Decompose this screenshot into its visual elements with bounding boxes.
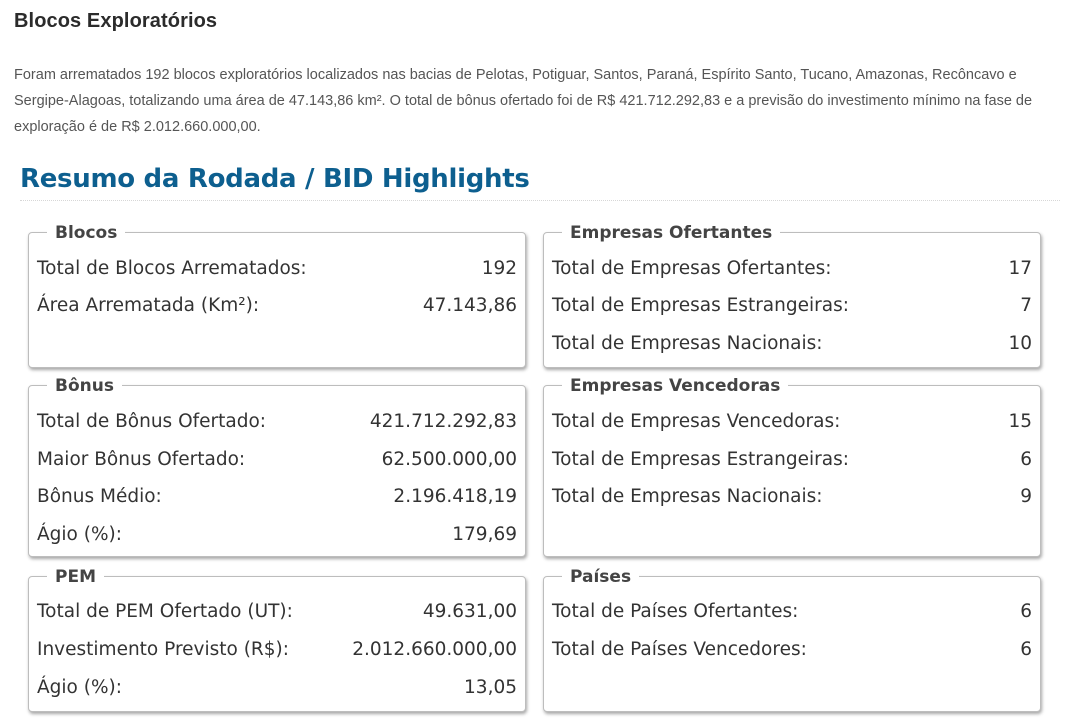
stat-row: Total de PEM Ofertado (UT): 49.631,00 [37, 601, 517, 625]
stat-row: Total de Empresas Estrangeiras: 7 [552, 295, 1032, 319]
stat-value: 6 [1020, 639, 1032, 660]
stat-value: 9 [1020, 486, 1032, 507]
intro-line: Sergipe-Alagoas, totalizando uma área de… [14, 93, 1033, 109]
stat-row: Ágio (%): 179,69 [37, 524, 517, 548]
stat-row: Bônus Médio: 2.196.418,19 [37, 486, 517, 510]
card-empresas-vencedoras: Empresas Vencedoras Total de Empresas Ve… [543, 376, 1041, 557]
stat-label: Área Arrematada (Km²): [37, 295, 260, 316]
stat-row: Total de Empresas Estrangeiras: 6 [552, 449, 1032, 473]
stat-label: Total de Empresas Estrangeiras: [552, 295, 849, 316]
stat-row: Investimento Previsto (R$): 2.012.660.00… [37, 639, 517, 663]
stat-value: 10 [1008, 333, 1032, 354]
stat-row: Área Arrematada (Km²): 47.143,86 [37, 295, 517, 319]
section-title: Resumo da Rodada / BID Highlights [20, 164, 530, 194]
card-title: Empresas Ofertantes [562, 223, 781, 243]
stat-value: 15 [1008, 411, 1032, 432]
stat-row: Ágio (%): 13,05 [37, 677, 517, 701]
stat-value: 179,69 [452, 524, 517, 545]
card-title: Bônus [47, 376, 122, 396]
stat-value: 49.631,00 [422, 601, 517, 622]
stat-label: Total de Empresas Vencedoras: [552, 411, 841, 432]
stat-label: Investimento Previsto (R$): [37, 639, 290, 660]
card-empresas-ofertantes: Empresas Ofertantes Total de Empresas Of… [543, 223, 1041, 368]
stat-value: 6 [1020, 601, 1032, 622]
stat-label: Total de Empresas Nacionais: [552, 486, 823, 507]
stat-label: Ágio (%): [37, 677, 122, 698]
stat-value: 62.500.000,00 [381, 449, 517, 470]
stat-row: Total de Empresas Vencedoras: 15 [552, 411, 1032, 435]
stat-row: Maior Bônus Ofertado: 62.500.000,00 [37, 449, 517, 473]
stat-label: Total de Blocos Arrematados: [37, 258, 307, 279]
stat-row: Total de Bônus Ofertado: 421.712.292,83 [37, 411, 517, 435]
card-bonus: Bônus Total de Bônus Ofertado: 421.712.2… [28, 376, 526, 557]
stat-label: Ágio (%): [37, 524, 122, 545]
stat-value: 7 [1020, 295, 1032, 316]
stat-row: Total de Países Vencedores: 6 [552, 639, 1032, 663]
stat-label: Total de Empresas Estrangeiras: [552, 449, 849, 470]
stat-label: Maior Bônus Ofertado: [37, 449, 246, 470]
stat-value: 47.143,86 [422, 295, 517, 316]
intro-line: exploração é de R$ 2.012.660.000,00. [14, 119, 261, 135]
stat-row: Total de Empresas Nacionais: 10 [552, 333, 1032, 357]
stat-label: Total de Países Ofertantes: [552, 601, 799, 622]
stat-label: Total de Bônus Ofertado: [37, 411, 267, 432]
stat-label: Total de Empresas Ofertantes: [552, 258, 832, 279]
stat-value: 2.012.660.000,00 [352, 639, 517, 660]
stat-label: Total de Empresas Nacionais: [552, 333, 823, 354]
stat-row: Total de Blocos Arrematados: 192 [37, 258, 517, 282]
stat-label: Bônus Médio: [37, 486, 162, 507]
intro-line: Foram arrematados 192 blocos exploratóri… [14, 67, 1017, 83]
stat-value: 13,05 [464, 677, 517, 698]
stat-value: 6 [1020, 449, 1032, 470]
stat-value: 2.196.418,19 [393, 486, 517, 507]
card-paises: Países Total de Países Ofertantes: 6 Tot… [543, 567, 1041, 712]
card-title: Países [562, 567, 640, 587]
stat-label: Total de Países Vencedores: [552, 639, 807, 660]
page-heading: Blocos Exploratórios [14, 10, 218, 32]
card-pem: PEM Total de PEM Ofertado (UT): 49.631,0… [28, 567, 526, 712]
stat-label: Total de PEM Ofertado (UT): [37, 601, 293, 622]
card-title: Blocos [47, 223, 126, 243]
section-divider [20, 200, 1060, 201]
intro-paragraph: Foram arrematados 192 blocos exploratóri… [14, 62, 1054, 140]
stat-row: Total de Países Ofertantes: 6 [552, 601, 1032, 625]
stat-value: 192 [481, 258, 517, 279]
stat-value: 17 [1008, 258, 1032, 279]
card-blocos: Blocos Total de Blocos Arrematados: 192 … [28, 223, 526, 368]
stat-row: Total de Empresas Ofertantes: 17 [552, 258, 1032, 282]
card-title: PEM [47, 567, 104, 587]
stat-value: 421.712.292,83 [369, 411, 517, 432]
card-title: Empresas Vencedoras [562, 376, 789, 396]
stat-row: Total de Empresas Nacionais: 9 [552, 486, 1032, 510]
